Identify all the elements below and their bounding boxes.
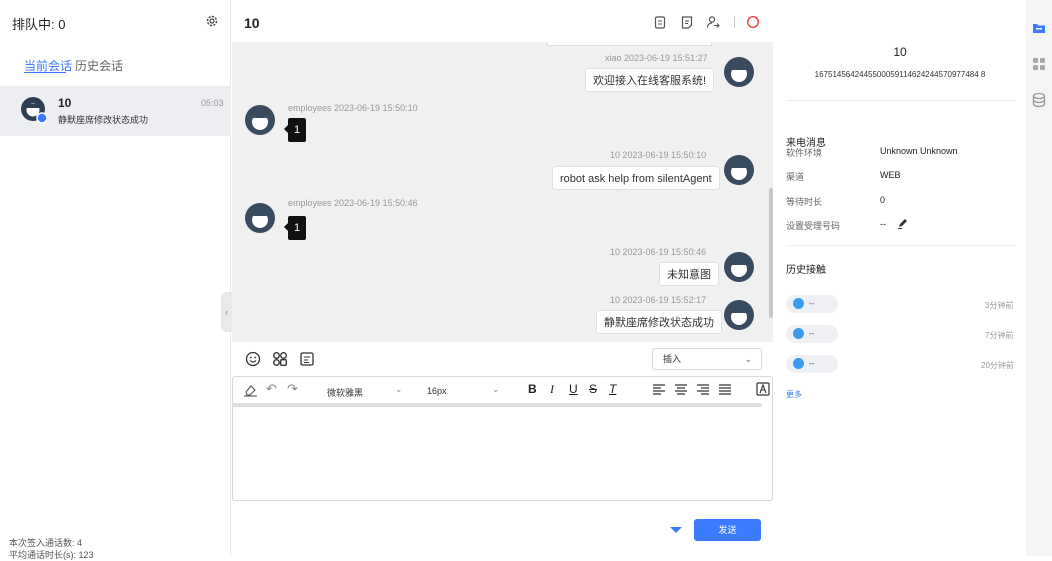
font-color-icon[interactable] [756,382,770,396]
field-value: Unknown Unknown [880,146,958,156]
conversation-name: 10 [58,96,72,110]
field-value: -- [880,219,886,229]
message-bubble: 静默座席修改状态成功 [596,310,722,334]
message-meta: 10 2023-06-19 15:50:10 [610,150,707,160]
field-label: 设置受理号码 [786,221,841,231]
history-item-time: 7分钟前 [985,331,1014,340]
history-item-time: 20分钟前 [981,361,1014,370]
tab-underline [24,72,66,73]
undo-icon[interactable]: ↶ [266,381,277,397]
contact-icon [793,298,804,309]
divider [786,100,1016,101]
close-session-icon[interactable] [746,15,760,29]
emoji-icon[interactable] [245,351,261,367]
divider [786,245,1016,246]
divider [734,16,735,28]
message-bubble: robot ask help from silentAgent [552,166,720,190]
align-right-icon[interactable] [697,384,709,395]
font-size-select[interactable]: 16px [427,386,447,396]
side-toolbar [1026,0,1052,556]
agent-avatar [723,154,755,186]
conversation-last-message: 静默座席修改状态成功 [58,115,149,125]
font-family-select[interactable]: 微软雅黑 [327,386,363,399]
session-number: 1675145642445500059114624244570977484 8 [814,70,986,79]
clipboard-icon[interactable] [653,15,667,29]
stat-avg-duration: 平均通话时长(s): 123 [9,550,94,560]
editor-toolbar [233,377,772,403]
template-icon[interactable] [299,351,315,367]
clear-format-icon[interactable]: T [609,382,616,396]
employee-avatar [244,202,276,234]
history-item-text: -- [809,329,815,338]
message-meta: 10 2023-06-19 15:52:17 [610,295,707,305]
strikethrough-icon[interactable]: S [589,382,597,396]
message-bubble: 1 [288,118,306,142]
message-bubble-partial [547,42,712,46]
agent-avatar [723,251,755,283]
message-meta: employees 2023-06-19 15:50:46 [288,198,418,208]
contact-icon [793,328,804,339]
align-center-icon[interactable] [675,384,687,395]
folder-icon[interactable] [1032,22,1046,34]
left-panel [0,0,231,556]
editor-scrollbar[interactable] [232,403,762,407]
field-value: WEB [880,170,901,180]
history-item-text: -- [809,299,815,308]
history-title: 历史接触 [786,265,826,276]
field-label: 渠道 [786,172,805,182]
chat-title: 10 [244,15,260,31]
insert-select[interactable]: 插入 ⌄ [652,348,762,370]
apps-icon[interactable] [272,351,288,367]
chat-scrollbar[interactable] [769,188,773,318]
database-icon[interactable] [1032,92,1046,108]
history-item-time: 3分钟前 [985,301,1014,310]
employee-avatar [244,104,276,136]
align-justify-icon[interactable] [719,384,731,395]
field-value: 0 [880,195,886,205]
message-bubble: 未知意图 [659,262,719,286]
chevron-down-icon: ⌄ [395,384,403,394]
caret-down-icon[interactable] [670,527,682,533]
align-left-icon[interactable] [653,384,665,395]
field-label: 软件环境 [786,148,823,158]
customer-id: 10 [893,45,907,59]
agent-avatar [723,299,755,331]
contact-icon [793,358,804,369]
chevron-down-icon: ⌄ [492,384,500,394]
redo-icon[interactable]: ↷ [287,381,298,397]
italic-icon[interactable]: I [550,382,554,397]
tab-history-session[interactable]: 历史会话 [75,57,123,74]
edit-icon[interactable] [897,218,908,229]
bold-icon[interactable]: B [528,382,537,396]
queue-count: 排队中: 0 [12,17,66,32]
conversation-time: 05:03 [201,98,224,108]
message-meta: employees 2023-06-19 15:50:10 [288,103,418,113]
message-meta: 10 2023-06-19 15:50:46 [610,247,707,257]
chevron-down-icon: ⌄ [744,354,752,364]
message-meta: xiao 2023-06-19 15:51:27 [605,53,708,63]
note-icon[interactable] [680,15,694,29]
gear-icon[interactable] [205,14,219,28]
transfer-user-icon[interactable] [706,15,720,29]
insert-select-value: 插入 [663,354,682,364]
send-button[interactable]: 发送 [694,519,761,541]
message-bubble: 1 [288,216,306,240]
collapse-panel-toggle[interactable]: ‹ [221,292,232,332]
message-bubble: 欢迎接入在线客服系统! [585,68,715,92]
field-label: 等待时长 [786,197,823,207]
underline-icon[interactable]: U [569,382,578,396]
avatar [20,96,48,124]
right-panel [774,0,1026,556]
agent-avatar [723,56,755,88]
eraser-icon[interactable] [243,383,258,397]
history-item-text: -- [809,359,815,368]
more-link[interactable]: 更多 [786,389,802,400]
apps-grid-icon[interactable] [1032,57,1046,71]
